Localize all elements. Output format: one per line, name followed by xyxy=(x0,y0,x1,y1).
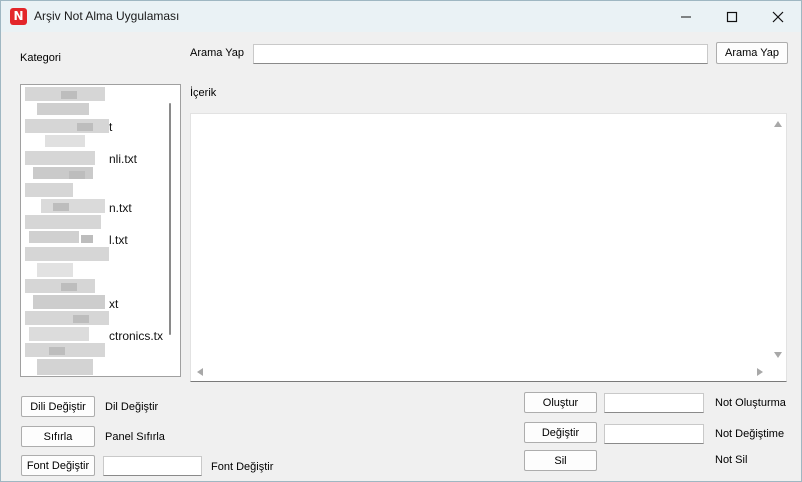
edit-note-button[interactable]: Değiştir xyxy=(524,422,597,443)
create-note-button[interactable]: Oluştur xyxy=(524,392,597,413)
minimize-button[interactable] xyxy=(663,1,709,32)
edit-note-input[interactable] xyxy=(604,424,704,444)
list-item[interactable]: t xyxy=(109,120,112,134)
list-item[interactable]: nli.txt xyxy=(109,152,137,166)
search-label: Arama Yap xyxy=(190,47,245,59)
delete-note-label: Not Sil xyxy=(715,454,748,466)
change-language-button[interactable]: Dili Değiştir xyxy=(21,396,95,417)
scroll-left-icon[interactable] xyxy=(197,368,203,376)
maximize-button[interactable] xyxy=(709,1,755,32)
window-title: Arşiv Not Alma Uygulaması xyxy=(34,9,180,23)
app-window: N Arşiv Not Alma Uygulaması Kategori t n… xyxy=(0,0,802,482)
pixelated-redaction xyxy=(25,87,109,375)
list-item[interactable]: n.txt xyxy=(109,201,132,215)
content-label: İçerik xyxy=(190,87,217,99)
list-item[interactable]: xt xyxy=(109,297,118,311)
create-note-input[interactable] xyxy=(604,393,704,413)
list-scrollbar[interactable] xyxy=(169,103,171,335)
delete-note-button[interactable]: Sil xyxy=(524,450,597,471)
reset-panel-label: Panel Sıfırla xyxy=(105,431,165,443)
app-logo-icon: N xyxy=(10,8,27,25)
create-note-label: Not Oluşturma xyxy=(715,397,786,409)
search-button[interactable]: Arama Yap xyxy=(716,42,788,64)
content-textarea[interactable] xyxy=(190,113,787,382)
close-icon xyxy=(772,11,784,22)
category-file-list[interactable]: t nli.txt n.txt l.txt xt ctronics.tx xyxy=(20,84,181,377)
change-font-button[interactable]: Font Değiştir xyxy=(21,455,95,476)
edit-note-label: Not Değiştime xyxy=(715,428,785,440)
change-language-label: Dil Değiştir xyxy=(105,401,159,413)
list-item[interactable]: l.txt xyxy=(109,233,128,247)
change-font-label: Font Değiştir xyxy=(211,461,274,473)
category-label: Kategori xyxy=(20,52,61,64)
maximize-icon xyxy=(726,11,738,22)
close-button[interactable] xyxy=(755,1,801,32)
list-item[interactable]: ctronics.tx xyxy=(109,329,163,343)
scroll-right-icon[interactable] xyxy=(757,368,763,376)
scroll-down-icon[interactable] xyxy=(774,352,782,358)
minimize-icon xyxy=(681,16,691,17)
scroll-up-icon[interactable] xyxy=(774,121,782,127)
font-input[interactable] xyxy=(103,456,202,476)
search-input[interactable] xyxy=(253,44,708,64)
title-bar[interactable]: N Arşiv Not Alma Uygulaması xyxy=(1,1,801,32)
reset-button[interactable]: Sıfırla xyxy=(21,426,95,447)
